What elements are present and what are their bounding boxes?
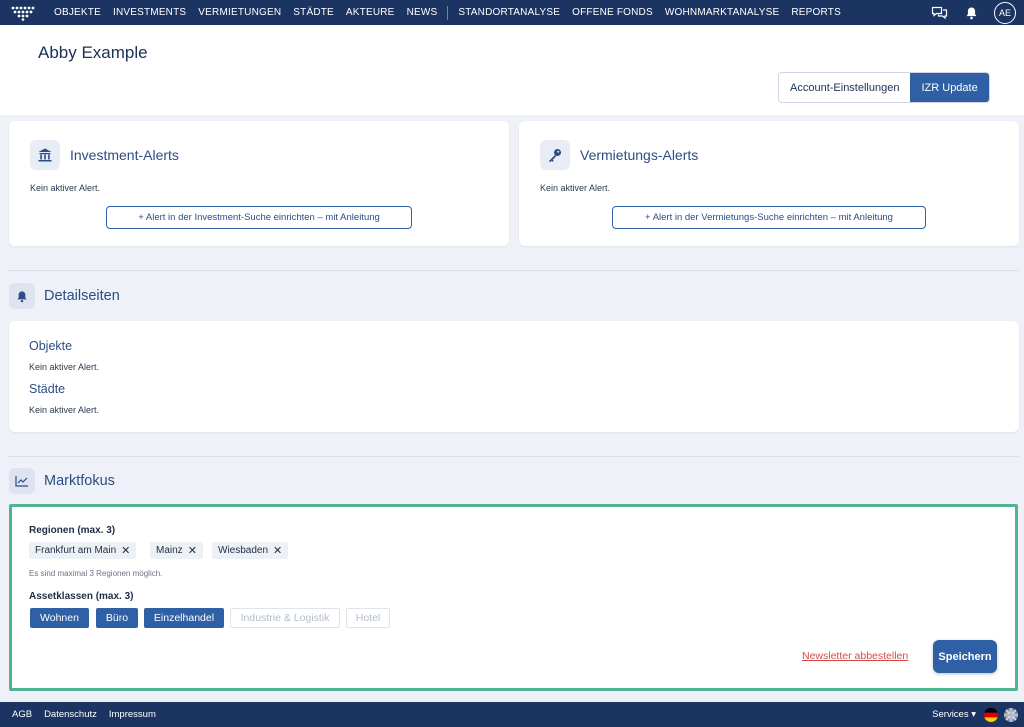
footer-right: Services ▾ <box>932 702 1018 727</box>
uk-flag-icon[interactable] <box>1004 707 1018 722</box>
market-focus-panel: Regionen (max. 3) Frankfurt am Main ✕ Ma… <box>9 504 1018 691</box>
header-button-group: Account-Einstellungen IZR Update <box>778 72 990 103</box>
asset-buero-button[interactable]: Büro <box>96 608 138 628</box>
cities-title: Städte <box>29 382 66 396</box>
izr-update-button[interactable]: IZR Update <box>910 73 989 102</box>
region-chip: Mainz ✕ <box>150 542 203 559</box>
nav-akteure[interactable]: AKTEURE <box>340 7 401 18</box>
regions-hint: Es sind maximal 3 Regionen möglich. <box>29 569 163 578</box>
rental-alerts-status: Kein aktiver Alert. <box>540 183 611 193</box>
bell-icon <box>9 283 35 309</box>
nav-standortanalyse[interactable]: STANDORTANALYSE <box>452 7 566 18</box>
asset-einzelhandel-button[interactable]: Einzelhandel <box>144 608 224 628</box>
add-rental-alert-button[interactable]: + Alert in der Vermietungs-Suche einrich… <box>612 206 926 229</box>
footer-link-datenschutz[interactable]: Datenschutz <box>44 709 97 720</box>
add-investment-alert-button[interactable]: + Alert in der Investment-Suche einricht… <box>106 206 412 229</box>
remove-region-icon[interactable]: ✕ <box>188 544 197 557</box>
divider <box>9 456 1019 457</box>
region-chip-label: Wiesbaden <box>218 545 269 556</box>
remove-region-icon[interactable]: ✕ <box>121 544 130 557</box>
page-header: Abby Example Account-Einstellungen IZR U… <box>0 25 1024 115</box>
key-icon <box>540 140 570 170</box>
remove-region-icon[interactable]: ✕ <box>273 544 282 557</box>
page-title: Abby Example <box>38 43 148 62</box>
regions-label: Regionen (max. 3) <box>29 525 116 536</box>
nav-investments[interactable]: INVESTMENTS <box>107 7 192 18</box>
asset-industrie-logistik-button[interactable]: Industrie & Logistik <box>230 608 340 628</box>
region-chip: Frankfurt am Main ✕ <box>29 542 137 559</box>
investment-alerts-title: Investment-Alerts <box>70 147 179 163</box>
services-dropdown[interactable]: Services ▾ <box>932 709 976 720</box>
nav-staedte[interactable]: STÄDTE <box>287 7 340 18</box>
region-chip-label: Mainz <box>156 545 183 556</box>
bell-icon[interactable] <box>962 4 980 22</box>
region-chip: Wiesbaden ✕ <box>212 542 289 559</box>
region-chip-label: Frankfurt am Main <box>35 545 117 556</box>
asset-hotel-button[interactable]: Hotel <box>346 608 390 628</box>
chart-line-icon <box>9 468 35 494</box>
investment-alerts-card: Investment-Alerts Kein aktiver Alert. + … <box>9 121 509 246</box>
top-navigation: OBJEKTE INVESTMENTS VERMIETUNGEN STÄDTE … <box>0 0 1024 25</box>
investment-alerts-status: Kein aktiver Alert. <box>30 183 101 193</box>
assets-label: Assetklassen (max. 3) <box>29 591 134 602</box>
avatar[interactable]: AE <box>994 1 1016 24</box>
detail-pages-title: Detailseiten <box>44 288 120 304</box>
detail-pages-card: Objekte Kein aktiver Alert. Städte Kein … <box>9 321 1019 432</box>
market-focus-title: Marktfokus <box>44 473 115 489</box>
nav-wohnmarktanalyse[interactable]: WOHNMARKTANALYSE <box>659 7 786 18</box>
footer-link-impressum[interactable]: Impressum <box>109 709 156 720</box>
bank-icon <box>30 140 60 170</box>
unsubscribe-newsletter-link[interactable]: Newsletter abbestellen <box>802 650 908 662</box>
footer: AGB Datenschutz Impressum Services ▾ <box>0 702 1024 727</box>
nav-vermietungen[interactable]: VERMIETUNGEN <box>192 7 287 18</box>
nav-reports[interactable]: REPORTS <box>785 7 847 18</box>
logo-icon[interactable] <box>10 5 36 21</box>
asset-wohnen-button[interactable]: Wohnen <box>30 608 89 628</box>
divider <box>9 270 1019 271</box>
save-button[interactable]: Speichern <box>933 640 997 673</box>
nav-news[interactable]: NEWS <box>401 7 444 18</box>
nav-objekte[interactable]: OBJEKTE <box>48 7 107 18</box>
nav-divider <box>447 5 449 20</box>
footer-link-agb[interactable]: AGB <box>12 709 32 720</box>
chat-icon[interactable] <box>930 4 948 22</box>
cities-status: Kein aktiver Alert. <box>29 405 100 415</box>
rental-alerts-card: Vermietungs-Alerts Kein aktiver Alert. +… <box>519 121 1019 246</box>
nav-right-tools: AE <box>930 0 1016 25</box>
objects-status: Kein aktiver Alert. <box>29 362 100 372</box>
rental-alerts-title: Vermietungs-Alerts <box>580 147 699 163</box>
german-flag-icon[interactable] <box>984 707 998 722</box>
account-settings-button[interactable]: Account-Einstellungen <box>779 73 911 102</box>
objects-title: Objekte <box>29 339 73 353</box>
nav-offene-fonds[interactable]: OFFENE FONDS <box>566 7 659 18</box>
